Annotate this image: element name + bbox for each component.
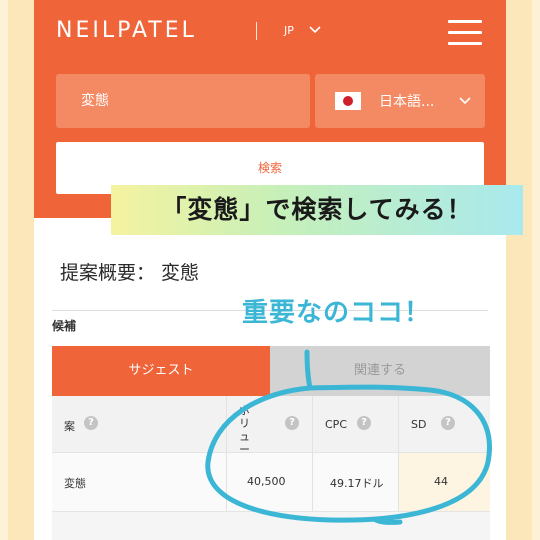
section-label: 候補 bbox=[52, 319, 77, 333]
question-mark-icon[interactable]: ? bbox=[84, 416, 98, 430]
row-sd: 44 bbox=[434, 475, 448, 488]
row-volume: 40,500 bbox=[247, 475, 286, 488]
hamburger-menu-icon[interactable] bbox=[448, 20, 482, 48]
language-switch-label[interactable]: JP bbox=[284, 24, 294, 37]
chevron-down-icon bbox=[459, 97, 471, 105]
japan-flag-icon bbox=[335, 92, 361, 110]
brand-logo[interactable]: NEILPATEL bbox=[56, 18, 197, 43]
annotation-banner: 「変態」で検索してみる！ bbox=[111, 185, 523, 235]
annotation-banner-text: 「変態」で検索してみる！ bbox=[161, 195, 473, 224]
page-title: 提案概要： 変態 bbox=[60, 262, 200, 284]
row-keyword: 変態 bbox=[64, 477, 86, 490]
tab-related[interactable]: 関連する bbox=[270, 346, 490, 396]
table-header-row: 案 ? ボリューム ? CPC ? SD ? bbox=[52, 396, 490, 469]
column-header-keyword: 案 ? bbox=[52, 396, 227, 452]
language-select-value: 日本語... bbox=[379, 94, 435, 110]
keyword-table: 案 ? ボリューム ? CPC ? SD ? 変態 40,500 49.17ドル… bbox=[52, 396, 490, 540]
phone-screen: NEILPATEL JP 変態 日本語... 検索 提案概要： 変態 候補 サジ… bbox=[34, 0, 506, 540]
column-header-volume: ボリューム ? bbox=[227, 396, 313, 469]
tab-suggest[interactable]: サジェスト bbox=[52, 346, 270, 396]
question-mark-icon[interactable]: ? bbox=[285, 416, 299, 430]
language-select[interactable]: 日本語... bbox=[315, 74, 485, 128]
question-mark-icon[interactable]: ? bbox=[357, 416, 371, 430]
annotation-note: 重要なのココ！ bbox=[242, 298, 432, 328]
header-divider bbox=[256, 22, 257, 40]
column-header-cpc: CPC ? bbox=[313, 396, 399, 452]
keyword-input[interactable]: 変態 bbox=[56, 74, 310, 128]
chevron-down-icon[interactable] bbox=[308, 24, 322, 36]
table-row bbox=[52, 511, 490, 540]
column-header-sd: SD ? bbox=[399, 396, 490, 452]
row-cpc: 49.17ドル bbox=[330, 477, 384, 490]
question-mark-icon[interactable]: ? bbox=[441, 416, 455, 430]
background-stripe-left bbox=[8, 0, 34, 540]
background-stripe-right bbox=[506, 0, 532, 540]
table-row[interactable]: 変態 40,500 49.17ドル 44 bbox=[52, 452, 490, 511]
